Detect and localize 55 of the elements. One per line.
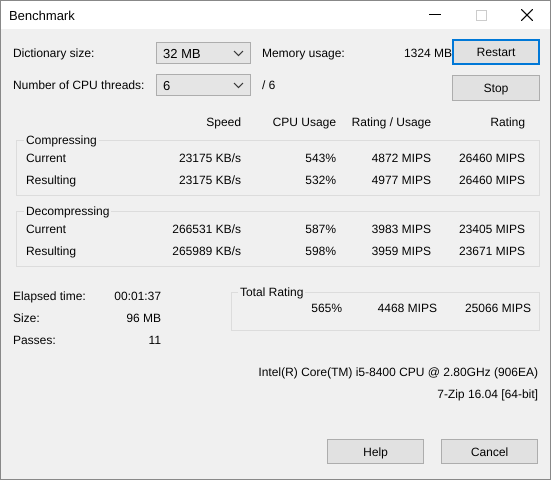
action-button[interactable]: Stop [452,75,540,101]
rating-per-usage-value: 4977 MIPS [370,173,431,187]
stat-label: Size: [13,311,40,325]
cpu-usage-value: 587% [304,222,336,236]
group-title: Decompressing [25,204,110,218]
stat-value: 11 [148,333,161,347]
stat-label: Elapsed time: [13,289,86,303]
dropdown[interactable]: 6 [156,74,251,96]
stat-value: 00:01:37 [114,289,161,303]
rating-value: 23405 MIPS [458,222,525,236]
column-header: Speed [205,115,241,129]
speed-value: 23175 KB/s [178,151,241,165]
row-label: Resulting [26,244,78,258]
cpu-usage-value: 543% [304,151,336,165]
column-header: Rating [489,115,525,129]
maximize-icon [476,10,486,20]
row-label: Current [26,222,68,236]
version-text: 7-Zip 16.04 [64-bit] [437,387,538,401]
info-value: 1324 MB [402,46,452,60]
column-header: Rating / Usage [350,115,431,129]
chevron-down-icon [233,50,244,56]
cpu-usage-value: 598% [304,244,336,258]
action-button[interactable]: Restart [452,39,540,65]
setting-label: Number of CPU threads: [13,78,146,92]
stat-label: Passes: [13,333,56,347]
cpu-info: Intel(R) Core(TM) i5-8400 CPU @ 2.80GHz (906EA) [258,365,538,379]
rating-value: 25066 MIPS [464,301,531,315]
rating-value: 23671 MIPS [458,244,525,258]
cpu-usage-value: 565% [310,301,342,315]
rating-per-usage-value: 4872 MIPS [370,151,431,165]
rating-value: 26460 MIPS [458,173,525,187]
setting-label: Dictionary size: [13,46,96,60]
stat-value: 96 MB [126,311,161,325]
dropdown[interactable]: 32 MB [156,42,251,64]
row-label: Current [26,151,68,165]
info-label: Memory usage: [262,46,346,60]
cpu-usage-value: 532% [304,173,336,187]
rating-per-usage-value: 3959 MIPS [370,244,431,258]
speed-value: 266531 KB/s [171,222,241,236]
chevron-down-icon [233,82,244,88]
info-value: / 6 [262,78,276,92]
minimize-icon[interactable] [429,14,441,16]
rating-per-usage-value: 3983 MIPS [370,222,431,236]
dialog-button[interactable]: Help [327,439,424,464]
row-label: Resulting [26,173,78,187]
rating-per-usage-value: 4468 MIPS [376,301,437,315]
dialog-button[interactable]: Cancel [441,439,538,464]
group-title: Total Rating [239,285,304,299]
rating-value: 26460 MIPS [458,151,525,165]
window-title: Benchmark [9,8,76,22]
column-header: CPU Usage [272,115,336,129]
close-icon[interactable] [521,9,533,21]
speed-value: 265989 KB/s [171,244,241,258]
speed-value: 23175 KB/s [178,173,241,187]
group-title: Compressing [25,133,98,147]
